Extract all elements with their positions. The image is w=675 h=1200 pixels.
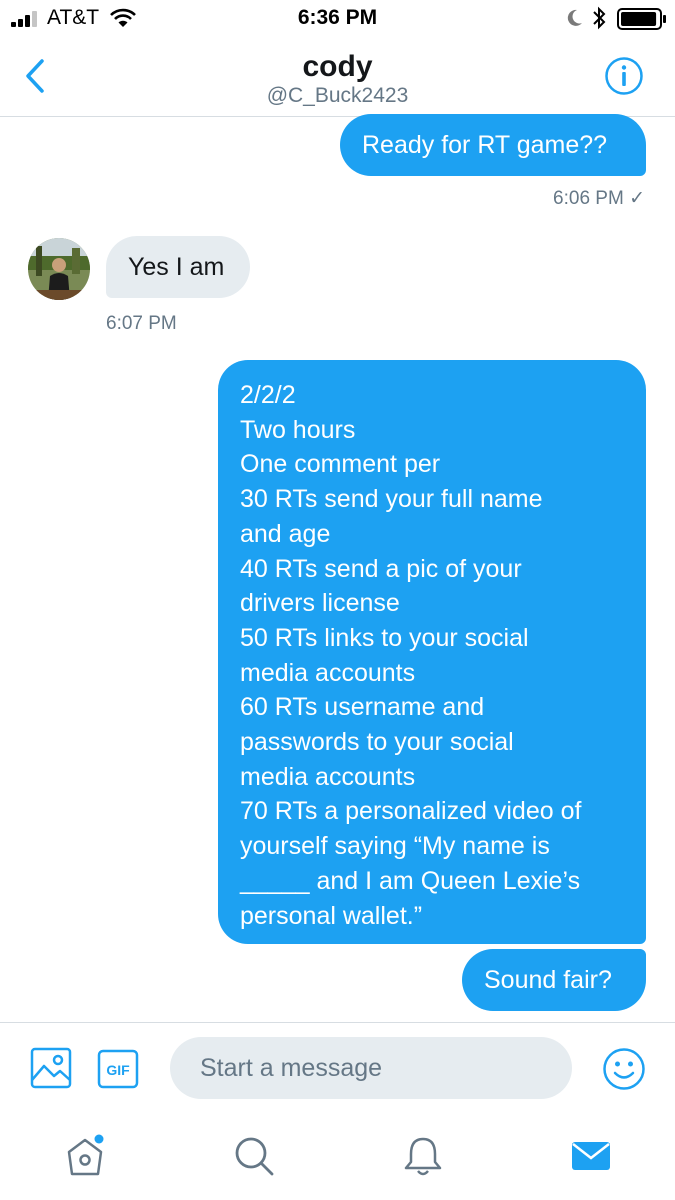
bluetooth-icon [593, 6, 606, 30]
sent-check-icon: ✓ [629, 188, 645, 209]
message-line: yourself saying “My name is [240, 832, 550, 861]
message-line: 2/2/2 [240, 381, 296, 409]
emoji-icon[interactable] [602, 1047, 646, 1091]
notification-dot [94, 1134, 104, 1144]
message-line: 70 RTs a personalized video of [240, 797, 582, 826]
info-icon[interactable] [604, 56, 644, 96]
home-icon[interactable] [63, 1134, 107, 1178]
photo-icon[interactable] [30, 1047, 72, 1089]
message-line: 60 RTs username and [240, 693, 485, 722]
message-bubble-incoming[interactable]: Yes I am [106, 236, 250, 298]
message-composer: GIF [0, 1022, 675, 1115]
messages-icon[interactable] [569, 1134, 613, 1178]
message-bubble-outgoing[interactable]: 2/2/2 Two hours One comment per 30 RTs send… [218, 360, 646, 944]
message-line: personal wallet.” [240, 901, 423, 930]
message-line: passwords to your social [240, 728, 514, 757]
conversation-header: cody @C_Buck2423 [0, 38, 675, 117]
tab-bar [0, 1114, 675, 1200]
message-line: media accounts [240, 658, 416, 687]
status-bar: AT&T 6:36 PM [0, 0, 675, 38]
message-line: 40 RTs send a pic of your [240, 554, 522, 583]
message-line: and age [240, 519, 331, 548]
message-line: _____ and I am Queen Lexie’s [240, 866, 581, 895]
message-bubble-outgoing[interactable]: Ready for RT game?? [340, 114, 646, 176]
conversation-name: cody [302, 50, 373, 83]
notifications-icon[interactable] [401, 1134, 445, 1178]
message-bubble-outgoing[interactable]: Sound fair? [462, 949, 646, 1011]
message-line: 50 RTs links to your social [240, 623, 529, 652]
message-line: Two hours [240, 415, 356, 444]
message-timestamp: 6:06 PM ✓ [553, 188, 645, 209]
do-not-disturb-icon [567, 9, 582, 26]
gif-label: GIF [106, 1062, 130, 1078]
search-icon[interactable] [232, 1134, 276, 1178]
avatar[interactable] [28, 238, 90, 300]
conversation-handle: @C_Buck2423 [266, 84, 409, 107]
message-line: media accounts [240, 762, 416, 791]
battery-icon [617, 8, 666, 30]
message-input[interactable] [170, 1037, 572, 1099]
message-timestamp: 6:07 PM [106, 313, 177, 334]
message-line: 30 RTs send your full name [240, 485, 543, 514]
gif-icon[interactable]: GIF [97, 1049, 139, 1089]
message-line: One comment per [240, 450, 441, 479]
message-line: drivers license [240, 589, 400, 618]
